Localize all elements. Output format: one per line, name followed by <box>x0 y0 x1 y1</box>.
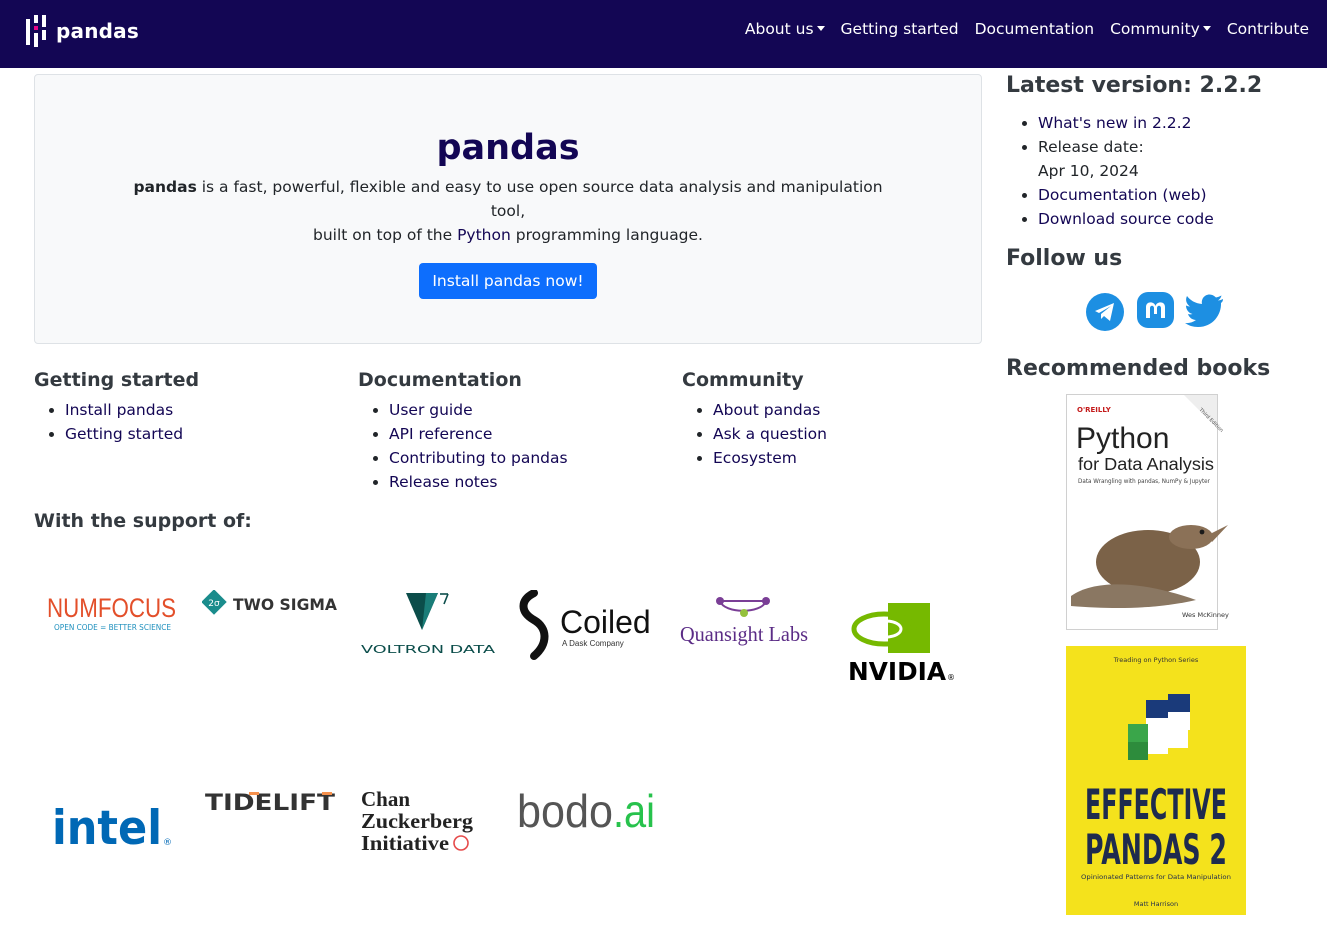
hero-title: pandas <box>436 128 580 168</box>
coiled-name: Coiled <box>560 604 651 640</box>
quansight-logo[interactable]: Quansight Labs <box>678 592 814 650</box>
bodo-name: bodo <box>517 785 613 836</box>
link-release-notes[interactable]: Release notes <box>389 473 498 491</box>
link-ecosystem[interactable]: Ecosystem <box>713 449 797 467</box>
section-title: Getting started <box>34 369 200 391</box>
numfocus-logo[interactable]: NUMFOCUS OPEN CODE = BETTER SCIENCE <box>46 590 180 634</box>
python-for-data-analysis-book[interactable]: O'REILLY Third Edition Python for Data A… <box>1066 394 1246 630</box>
caret-down-icon <box>1202 26 1211 31</box>
link-contributing[interactable]: Contributing to pandas <box>389 449 568 467</box>
book1-title-2: for Data Analysis <box>1078 454 1214 474</box>
bodo-ai-suffix: .ai <box>613 785 655 836</box>
mastodon-icon[interactable] <box>1136 290 1176 332</box>
intel-logo[interactable]: intel ® <box>52 796 174 852</box>
czi-line1: Chan <box>361 787 410 811</box>
nav-documentation[interactable]: Documentation <box>975 20 1095 38</box>
intel-name: intel <box>52 801 162 852</box>
link-getting-started[interactable]: Getting started <box>65 425 183 443</box>
install-pandas-button[interactable]: Install pandas now! <box>419 263 597 299</box>
nvidia-name: NVIDIA <box>848 657 947 684</box>
two-sigma-name: TWO SIGMA <box>233 595 338 614</box>
main-nav: About us Getting started Documentation C… <box>745 20 1309 38</box>
book2-author: Matt Harrison <box>1134 900 1178 908</box>
section-title: Community <box>682 369 804 391</box>
brand-link[interactable]: pandas <box>26 15 139 47</box>
documentation-web-link[interactable]: Documentation (web) <box>1038 186 1207 204</box>
release-date-value: Apr 10, 2024 <box>1038 162 1139 180</box>
nvidia-reg: ® <box>947 673 955 682</box>
section-title: Documentation <box>358 369 522 391</box>
pandas-logo-icon <box>26 15 48 47</box>
coiled-logo[interactable]: Coiled A Dask Company <box>516 590 658 660</box>
download-source-link[interactable]: Download source code <box>1038 210 1214 228</box>
hero-lead-text: built on top of the <box>313 226 458 244</box>
section-getting-started: Getting started Install pandas Getting s… <box>34 366 199 446</box>
nav-contribute[interactable]: Contribute <box>1227 20 1309 38</box>
czi-line3: Initiative <box>361 831 449 854</box>
numfocus-tagline: OPEN CODE = BETTER SCIENCE <box>54 623 171 632</box>
book1-author: Wes McKinney <box>1182 611 1229 619</box>
hero-lead-text: is a fast, powerful, flexible and easy t… <box>196 178 883 220</box>
voltron-name: VOLTRON DATA <box>361 643 496 656</box>
czi-logo[interactable]: Chan Zuckerberg Initiative <box>360 786 478 854</box>
release-date-label: Release date: <box>1038 138 1144 156</box>
numfocus-name: NUMFOCUS <box>47 593 176 623</box>
two-sigma-badge: 2σ <box>208 599 220 609</box>
book1-publisher: O'REILLY <box>1077 406 1112 414</box>
coiled-tagline: A Dask Company <box>562 639 624 648</box>
tidelift-name: TIDELIFT <box>205 791 335 814</box>
latest-version-title: Latest version: 2.2.2 <box>1006 73 1263 98</box>
link-install-pandas[interactable]: Install pandas <box>65 401 173 419</box>
follow-us-title: Follow us <box>1006 246 1123 271</box>
nvidia-logo[interactable]: NVIDIA ® <box>846 602 958 684</box>
tidelift-logo[interactable]: TIDELIFT <box>204 790 338 814</box>
telegram-icon[interactable] <box>1085 290 1125 332</box>
nav-about-us[interactable]: About us <box>745 20 825 38</box>
link-user-guide[interactable]: User guide <box>389 401 473 419</box>
link-ask-question[interactable]: Ask a question <box>713 425 827 443</box>
effective-pandas-book[interactable]: Treading on Python Series EFFECTIVE PAND… <box>1066 646 1246 915</box>
quansight-name: Quansight Labs <box>680 622 808 646</box>
book2-title-2: PANDAS 2 <box>1085 825 1227 874</box>
version-list: What's new in 2.2.2 Release date: Apr 10,… <box>1006 111 1214 231</box>
brand-name: pandas <box>56 19 139 43</box>
book2-series: Treading on Python Series <box>1113 656 1199 664</box>
two-sigma-logo[interactable]: 2σ TWO SIGMA <box>202 590 342 620</box>
book2-subtitle: Opinionated Patterns for Data Manipulati… <box>1081 873 1231 881</box>
section-documentation: Documentation User guide API reference C… <box>358 366 568 494</box>
support-title: With the support of: <box>34 510 252 532</box>
hero-lead-text: programming language. <box>510 226 703 244</box>
hero-lead: pandas is a fast, powerful, flexible and… <box>128 175 888 247</box>
bodo-ai-logo[interactable]: bodo .ai <box>516 784 658 836</box>
python-link[interactable]: Python <box>457 226 511 244</box>
voltron-data-logo[interactable]: VOLTRON DATA <box>360 590 498 656</box>
twitter-icon[interactable] <box>1185 290 1225 332</box>
link-api-reference[interactable]: API reference <box>389 425 492 443</box>
nav-getting-started[interactable]: Getting started <box>841 20 959 38</box>
czi-line2: Zuckerberg <box>361 809 474 833</box>
navbar: pandas About us Getting started Document… <box>0 0 1327 68</box>
hero-lead-bold: pandas <box>133 178 197 196</box>
link-about-pandas[interactable]: About pandas <box>713 401 820 419</box>
intel-reg: ® <box>163 838 172 848</box>
nav-community[interactable]: Community <box>1110 20 1211 38</box>
hero-jumbotron: pandas pandas is a fast, powerful, flexi… <box>34 74 982 344</box>
recommended-books-title: Recommended books <box>1006 356 1271 381</box>
book1-subtitle: Data Wrangling with pandas, NumPy & Jupy… <box>1078 478 1210 485</box>
whats-new-link[interactable]: What's new in 2.2.2 <box>1038 114 1191 132</box>
book2-title: EFFECTIVE <box>1085 780 1227 829</box>
caret-down-icon <box>816 26 825 31</box>
book1-title: Python <box>1076 422 1169 455</box>
section-community: Community About pandas Ask a question Ec… <box>682 366 827 470</box>
